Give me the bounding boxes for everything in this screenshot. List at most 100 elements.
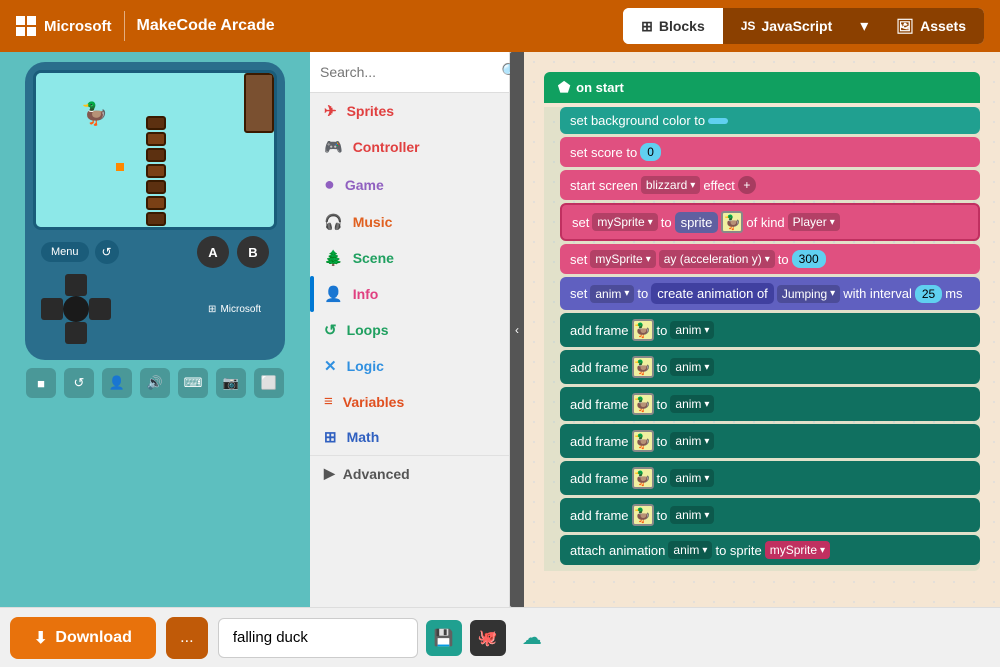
cloud-button[interactable]: ☁ <box>514 620 550 656</box>
interval-value[interactable]: 25 <box>915 285 942 303</box>
device-controls: Menu ↺ A B <box>33 230 277 274</box>
add-frame-6[interactable]: add frame 🦆 to anim <box>560 498 980 532</box>
set-anim-block[interactable]: set anim to create animation of Jumping … <box>560 277 980 310</box>
category-info[interactable]: 👤 Info <box>310 276 509 312</box>
frame-icon-1[interactable]: 🦆 <box>632 319 654 341</box>
refresh-button[interactable]: ↺ <box>95 240 119 264</box>
save-button[interactable]: 💾 <box>426 620 462 656</box>
add-frame-4[interactable]: add frame 🦆 to anim <box>560 424 980 458</box>
add-frame-5[interactable]: add frame 🦆 to anim <box>560 461 980 495</box>
ms-brand-label: ⊞ Microsoft <box>208 304 269 315</box>
category-controller[interactable]: 🎮 Controller <box>310 129 509 165</box>
kind-dropdown[interactable]: Player <box>788 213 840 231</box>
category-sprites[interactable]: ✈ Sprites <box>310 93 509 129</box>
sim-toolbar: ■ ↺ 👤 🔊 ⌨ 📷 ⬜ <box>26 368 284 398</box>
tab-dropdown[interactable]: ▾ <box>850 8 878 44</box>
math-icon: ⊞ <box>324 428 337 446</box>
fullscreen-button[interactable]: ⬜ <box>254 368 284 398</box>
category-scene[interactable]: 🌲 Scene <box>310 240 509 276</box>
attach-anim-ref[interactable]: anim <box>668 541 712 559</box>
attach-anim-block[interactable]: attach animation anim to sprite mySprite <box>560 535 980 565</box>
anim-ref-3[interactable]: anim <box>670 395 714 413</box>
stop-button[interactable]: ■ <box>26 368 56 398</box>
scene-icon: 🌲 <box>324 249 343 267</box>
project-name-input[interactable] <box>218 618 418 658</box>
effect-dropdown[interactable]: blizzard <box>641 176 700 194</box>
menu-button[interactable]: Menu <box>41 242 89 262</box>
category-logic[interactable]: ✕ Logic <box>310 348 509 384</box>
tab-assets[interactable]: 🖼 Assets <box>878 8 984 44</box>
dpad[interactable] <box>41 274 111 344</box>
anim-ref-1[interactable]: anim <box>670 321 714 339</box>
mysprite-var-1[interactable]: mySprite <box>592 213 657 231</box>
screenshot-button[interactable]: 📷 <box>216 368 246 398</box>
add-frame-1[interactable]: add frame 🦆 to anim <box>560 313 980 347</box>
search-input[interactable] <box>320 64 501 80</box>
anim-var[interactable]: anim <box>590 285 634 303</box>
set-score-block[interactable]: set score to 0 <box>560 137 980 167</box>
animation-type[interactable]: Jumping <box>777 285 840 303</box>
button-a[interactable]: A <box>197 236 229 268</box>
tab-javascript[interactable]: JS JavaScript <box>723 8 851 44</box>
anim-ref-5[interactable]: anim <box>670 469 714 487</box>
controller-icon: 🎮 <box>324 138 343 156</box>
duck-sprite: 🦆 <box>81 101 108 127</box>
blocks-menu: 🔍 ✈ Sprites 🎮 Controller ● Game 🎧 Music … <box>310 52 510 607</box>
on-start-block[interactable]: ⬟ on start <box>544 72 980 103</box>
github-button[interactable]: 🐙 <box>470 620 506 656</box>
tab-blocks[interactable]: ⊞ Blocks <box>623 8 723 44</box>
frame-icon-6[interactable]: 🦆 <box>632 504 654 526</box>
set-ay-block[interactable]: set mySprite ay (acceleration y) to 300 <box>560 244 980 274</box>
obstacle <box>146 115 166 227</box>
sprites-icon: ✈ <box>324 102 337 120</box>
panel-toggle[interactable]: ‹ <box>510 52 524 607</box>
category-loops[interactable]: ↺ Loops <box>310 312 509 348</box>
category-music[interactable]: 🎧 Music <box>310 204 509 240</box>
score-value[interactable]: 0 <box>640 143 661 161</box>
restart-button[interactable]: ↺ <box>64 368 94 398</box>
anim-ref-6[interactable]: anim <box>670 506 714 524</box>
anim-ref-2[interactable]: anim <box>670 358 714 376</box>
color-toggle[interactable] <box>708 118 728 124</box>
ay-value[interactable]: 300 <box>792 250 826 268</box>
add-frame-3[interactable]: add frame 🦆 to anim <box>560 387 980 421</box>
start-screen-block[interactable]: start screen blizzard effect + <box>560 170 980 200</box>
frame-icon-5[interactable]: 🦆 <box>632 467 654 489</box>
mysprite-var-2[interactable]: mySprite <box>590 250 655 268</box>
mute-button[interactable]: 🔊 <box>140 368 170 398</box>
app-name: MakeCode Arcade <box>137 17 275 35</box>
debug-button[interactable]: 👤 <box>102 368 132 398</box>
logic-icon: ✕ <box>324 357 337 375</box>
keyboard-button[interactable]: ⌨ <box>178 368 208 398</box>
download-button[interactable]: ⬇ Download <box>10 617 156 659</box>
search-bar: 🔍 <box>310 52 509 93</box>
container-sprite <box>244 73 274 133</box>
header-divider <box>124 11 125 41</box>
set-sprite-block[interactable]: set mySprite to sprite 🦆 of kind Player <box>560 203 980 241</box>
frame-icon-4[interactable]: 🦆 <box>632 430 654 452</box>
code-area[interactable]: ⬟ on start set background color to set s… <box>524 52 1000 607</box>
block-categories: ✈ Sprites 🎮 Controller ● Game 🎧 Music 🌲 … <box>310 93 509 607</box>
category-math[interactable]: ⊞ Math <box>310 419 509 455</box>
anim-ref-4[interactable]: anim <box>670 432 714 450</box>
more-button[interactable]: ... <box>166 617 208 659</box>
block-container: ⬟ on start set background color to set s… <box>544 72 980 571</box>
category-advanced[interactable]: ▶ Advanced <box>310 455 509 491</box>
frame-icon-3[interactable]: 🦆 <box>632 393 654 415</box>
attach-sprite-ref[interactable]: mySprite <box>765 541 830 559</box>
download-icon: ⬇ <box>34 628 47 648</box>
category-variables[interactable]: ≡ Variables <box>310 384 509 419</box>
blocks-icon: ⊞ <box>641 18 653 35</box>
add-frame-2[interactable]: add frame 🦆 to anim <box>560 350 980 384</box>
plus-button[interactable]: + <box>738 176 756 194</box>
sprite-icon-1[interactable]: 🦆 <box>721 211 743 233</box>
button-b[interactable]: B <box>237 236 269 268</box>
tab-bar: ⊞ Blocks JS JavaScript ▾ 🖼 Assets <box>623 8 984 44</box>
set-bg-block[interactable]: set background color to <box>560 107 980 134</box>
frame-icon-2[interactable]: 🦆 <box>632 356 654 378</box>
category-game[interactable]: ● Game <box>310 165 509 204</box>
ab-buttons: A B <box>197 236 269 268</box>
main-area: 0 🦆 <box>0 52 1000 607</box>
save-icon: 💾 <box>434 628 454 648</box>
ay-dropdown[interactable]: ay (acceleration y) <box>659 250 775 268</box>
